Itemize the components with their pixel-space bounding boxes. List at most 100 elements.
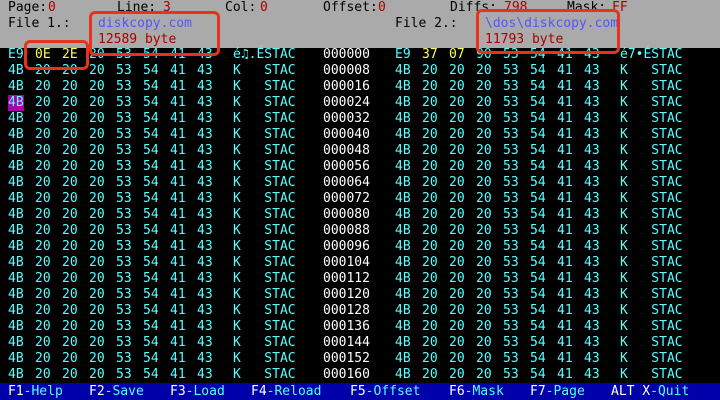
file1-byte[interactable]: 43 [197, 95, 213, 111]
file1-byte[interactable]: 4B [8, 351, 24, 367]
file2-byte[interactable]: 20 [422, 127, 438, 143]
file2-byte[interactable]: 54 [530, 63, 546, 79]
file1-byte[interactable]: 53 [116, 223, 132, 239]
file1-byte[interactable]: 54 [143, 127, 159, 143]
file1-byte[interactable]: 20 [35, 111, 51, 127]
file1-byte[interactable]: 20 [35, 159, 51, 175]
file2-byte[interactable]: 20 [449, 287, 465, 303]
file1-byte[interactable]: 20 [62, 191, 78, 207]
file1-byte[interactable]: 43 [197, 111, 213, 127]
file2-byte[interactable]: 20 [422, 335, 438, 351]
file2-byte[interactable]: 20 [422, 271, 438, 287]
file1-byte[interactable]: 4B [8, 143, 24, 159]
hex-row[interactable]: 4B 20 20 20 53 54 41 43 K STAC 000040 4B 20 20 20 53 54… [0, 127, 720, 143]
file2-byte[interactable]: 53 [503, 287, 519, 303]
file2-byte[interactable]: 43 [584, 319, 600, 335]
file2-byte[interactable]: 20 [476, 111, 492, 127]
file2-byte[interactable]: 4B [395, 159, 411, 175]
file1-byte[interactable]: 53 [116, 239, 132, 255]
function-key-f1[interactable]: F1-Help [8, 384, 63, 400]
file1-byte[interactable]: 4B [8, 207, 24, 223]
file2-byte[interactable]: 20 [449, 319, 465, 335]
file1-byte[interactable]: 54 [143, 223, 159, 239]
file1-byte[interactable]: 4B [8, 319, 24, 335]
file2-byte[interactable]: 20 [422, 367, 438, 383]
hex-row[interactable]: 4B 20 20 20 53 54 41 43 K STAC 000024 4B 20 20 20 53 54… [0, 95, 720, 111]
file2-byte[interactable]: 20 [449, 335, 465, 351]
file2-byte[interactable]: 20 [476, 63, 492, 79]
file1-byte[interactable]: 54 [143, 191, 159, 207]
file1-byte[interactable]: 54 [143, 175, 159, 191]
file2-byte[interactable]: 41 [557, 351, 573, 367]
file2-byte[interactable]: 41 [557, 159, 573, 175]
file1-byte[interactable]: 20 [62, 207, 78, 223]
file2-byte[interactable]: 54 [530, 207, 546, 223]
file2-byte[interactable]: 20 [449, 159, 465, 175]
file1-byte[interactable]: 43 [197, 255, 213, 271]
file1-byte[interactable]: 43 [197, 287, 213, 303]
hex-row[interactable]: 4B 20 20 20 53 54 41 43 K STAC 000008 4B 20 20 20 53 54… [0, 63, 720, 79]
file1-byte[interactable]: 41 [170, 319, 186, 335]
file2-byte[interactable]: 20 [476, 351, 492, 367]
file2-byte[interactable]: 43 [584, 335, 600, 351]
file1-byte[interactable]: 54 [143, 287, 159, 303]
file2-byte[interactable]: 20 [422, 239, 438, 255]
file1-byte[interactable]: 20 [89, 111, 105, 127]
file2-byte[interactable]: 20 [476, 207, 492, 223]
file1-byte[interactable]: 4B [8, 223, 24, 239]
file2-byte[interactable]: 53 [503, 335, 519, 351]
file1-byte[interactable]: 20 [89, 335, 105, 351]
file2-byte[interactable]: 4B [395, 335, 411, 351]
file1-byte[interactable]: 41 [170, 79, 186, 95]
file2-byte[interactable]: 20 [449, 127, 465, 143]
file2-byte[interactable]: 20 [476, 191, 492, 207]
file1-byte[interactable]: 43 [197, 127, 213, 143]
file1-byte[interactable]: 20 [89, 351, 105, 367]
file1-byte[interactable]: 53 [116, 95, 132, 111]
file1-byte[interactable]: 41 [170, 111, 186, 127]
file2-byte[interactable]: 20 [449, 175, 465, 191]
file2-byte[interactable]: 53 [503, 351, 519, 367]
file2-byte[interactable]: 20 [449, 95, 465, 111]
file1-byte[interactable]: 41 [170, 175, 186, 191]
file1-byte[interactable]: 4B [8, 159, 24, 175]
file1-byte[interactable]: 41 [170, 239, 186, 255]
file1-byte[interactable]: 20 [62, 159, 78, 175]
file2-byte[interactable]: 4B [395, 239, 411, 255]
file1-byte[interactable]: 54 [143, 95, 159, 111]
file2-byte[interactable]: 41 [557, 79, 573, 95]
file2-byte[interactable]: 54 [530, 351, 546, 367]
file2-byte[interactable]: 53 [503, 223, 519, 239]
file2-byte[interactable]: 20 [422, 207, 438, 223]
file1-byte[interactable]: 54 [143, 111, 159, 127]
file1-byte[interactable]: 53 [116, 159, 132, 175]
file1-byte[interactable]: 53 [116, 143, 132, 159]
file1-byte[interactable]: 41 [170, 335, 186, 351]
file1-byte[interactable]: 20 [35, 287, 51, 303]
file2-byte[interactable]: 4B [395, 223, 411, 239]
hex-row[interactable]: 4B 20 20 20 53 54 41 43 K STAC 000088 4B 20 20 20 53 54… [0, 223, 720, 239]
file2-byte[interactable]: 43 [584, 63, 600, 79]
file2-byte[interactable]: 20 [422, 303, 438, 319]
file2-byte[interactable]: 41 [557, 63, 573, 79]
file2-byte[interactable]: 4B [395, 319, 411, 335]
function-key-f2[interactable]: F2-Save [89, 384, 144, 400]
file2-byte[interactable]: 53 [503, 111, 519, 127]
file2-byte[interactable]: 54 [530, 159, 546, 175]
file1-byte[interactable]: 53 [116, 319, 132, 335]
file2-byte[interactable]: 54 [530, 111, 546, 127]
file1-byte[interactable]: 43 [197, 207, 213, 223]
file1-byte[interactable]: 41 [170, 159, 186, 175]
hex-row[interactable]: 4B 20 20 20 53 54 41 43 K STAC 000152 4B 20 20 20 53 54… [0, 351, 720, 367]
file1-byte[interactable]: 53 [116, 335, 132, 351]
file2-byte[interactable]: 20 [422, 287, 438, 303]
file1-byte[interactable]: 41 [170, 271, 186, 287]
file2-byte[interactable]: 43 [584, 79, 600, 95]
file2-byte[interactable]: 20 [422, 159, 438, 175]
file2-byte[interactable]: 54 [530, 271, 546, 287]
file2-byte[interactable]: 20 [449, 239, 465, 255]
file2-byte[interactable]: 54 [530, 367, 546, 383]
file2-byte[interactable]: 20 [449, 367, 465, 383]
file2-byte[interactable]: 41 [557, 319, 573, 335]
file1-byte[interactable]: 4B [8, 127, 24, 143]
